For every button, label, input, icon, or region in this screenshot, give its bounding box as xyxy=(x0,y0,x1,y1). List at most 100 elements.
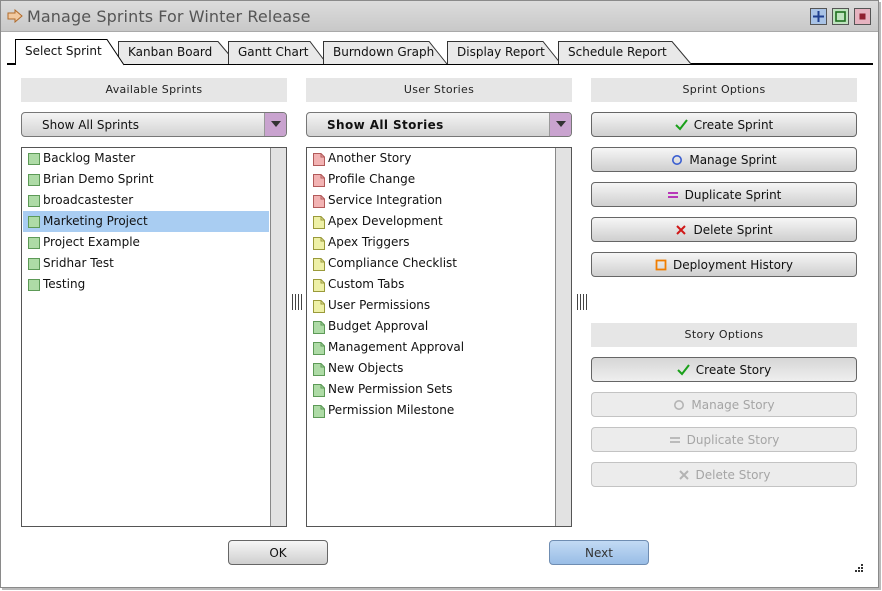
tab-display-report[interactable]: Display Report xyxy=(447,41,562,65)
sprint-icon xyxy=(28,153,40,165)
tab-label: Burndown Graph xyxy=(333,45,435,59)
list-item-label: New Objects xyxy=(328,361,404,375)
create-story-button[interactable]: Create Story xyxy=(591,357,857,382)
title-bar: Manage Sprints For Winter Release xyxy=(1,1,878,32)
stories-list[interactable]: Another Story Profile Change Service Integ… xyxy=(306,147,572,527)
back-arrow-icon[interactable] xyxy=(7,9,23,23)
button-label: Delete Sprint xyxy=(693,223,773,237)
story-green-icon xyxy=(313,363,325,376)
button-label: Create Story xyxy=(695,363,772,377)
story-yellow-icon xyxy=(313,300,325,313)
button-label: Deployment History xyxy=(673,258,793,272)
list-item[interactable]: Apex Development xyxy=(308,211,554,232)
list-item-label: Apex Development xyxy=(328,214,443,228)
delete-story-button[interactable]: Delete Story xyxy=(591,462,857,487)
manage-sprints-window: Manage Sprints For Winter Release Kanban… xyxy=(0,0,879,588)
list-item-label: broadcastester xyxy=(43,193,134,207)
sprint-options-header: Sprint Options xyxy=(591,78,857,102)
list-item[interactable]: Testing xyxy=(23,274,269,295)
list-item-label: Service Integration xyxy=(328,193,443,207)
list-item[interactable]: Sridhar Test xyxy=(23,253,269,274)
close-button[interactable] xyxy=(854,8,871,25)
manage-sprint-button[interactable]: Manage Sprint xyxy=(591,147,857,172)
story-filter-select[interactable]: Show All Stories xyxy=(306,112,572,137)
story-green-icon xyxy=(313,405,325,418)
x-icon xyxy=(678,470,689,480)
list-item[interactable]: Management Approval xyxy=(308,337,554,358)
list-item[interactable]: Permission Milestone xyxy=(308,400,554,421)
maximize-icon xyxy=(813,11,824,22)
button-label: Duplicate Sprint xyxy=(684,188,782,202)
story-filter-value: Show All Stories xyxy=(327,118,444,132)
equals-icon xyxy=(667,192,678,198)
list-item-label: Profile Change xyxy=(328,172,416,186)
next-button[interactable]: Next xyxy=(549,540,649,565)
tab-schedule-report[interactable]: Schedule Report xyxy=(558,41,692,65)
story-options-header: Story Options xyxy=(591,323,857,347)
list-item-selected[interactable]: Marketing Project xyxy=(23,211,269,232)
resize-grip-icon[interactable] xyxy=(854,563,864,573)
sprint-filter-value: Show All Sprints xyxy=(42,118,139,132)
tab-label: Display Report xyxy=(457,45,545,59)
sprints-scrollbar[interactable] xyxy=(270,148,286,526)
splitter-handle-right[interactable] xyxy=(576,294,588,310)
list-item-label: Marketing Project xyxy=(43,214,148,228)
circle-icon xyxy=(672,155,683,165)
list-item-label: New Permission Sets xyxy=(328,382,453,396)
list-item[interactable]: New Objects xyxy=(308,358,554,379)
list-item[interactable]: Brian Demo Sprint xyxy=(23,169,269,190)
list-item[interactable]: Profile Change xyxy=(308,169,554,190)
dropdown-arrow[interactable] xyxy=(549,113,571,136)
restore-icon xyxy=(835,11,846,22)
list-item[interactable]: Service Integration xyxy=(308,190,554,211)
list-item[interactable]: Another Story xyxy=(308,148,554,169)
restore-button[interactable] xyxy=(832,8,849,25)
create-sprint-button[interactable]: Create Sprint xyxy=(591,112,857,137)
deployment-history-button[interactable]: Deployment History xyxy=(591,252,857,277)
tab-strip: Kanban Board Gantt Chart Burndown Graph … xyxy=(1,33,878,66)
list-item[interactable]: Project Example xyxy=(23,232,269,253)
list-item[interactable]: New Permission Sets xyxy=(308,379,554,400)
dropdown-arrow[interactable] xyxy=(264,113,286,136)
sprint-icon xyxy=(28,216,40,228)
story-red-icon xyxy=(313,174,325,187)
sprint-icon xyxy=(28,258,40,270)
story-yellow-icon xyxy=(313,216,325,229)
equals-icon xyxy=(669,437,680,443)
list-item-label: Another Story xyxy=(328,151,412,165)
list-item[interactable]: Custom Tabs xyxy=(308,274,554,295)
list-item[interactable]: Apex Triggers xyxy=(308,232,554,253)
button-label: Manage Sprint xyxy=(689,153,777,167)
close-icon xyxy=(859,13,866,20)
manage-story-button[interactable]: Manage Story xyxy=(591,392,857,417)
x-icon xyxy=(676,225,687,235)
duplicate-sprint-button[interactable]: Duplicate Sprint xyxy=(591,182,857,207)
list-item[interactable]: User Permissions xyxy=(308,295,554,316)
story-red-icon xyxy=(313,153,325,166)
button-label: Create Sprint xyxy=(693,118,774,132)
delete-sprint-button[interactable]: Delete Sprint xyxy=(591,217,857,242)
list-item[interactable]: Compliance Checklist xyxy=(308,253,554,274)
sprints-list[interactable]: Backlog Master Brian Demo Sprint broadca… xyxy=(21,147,287,527)
square-icon xyxy=(655,259,667,271)
list-item-label: Custom Tabs xyxy=(328,277,405,291)
tab-select-sprint[interactable]: Select Sprint xyxy=(15,39,125,66)
list-item[interactable]: Backlog Master xyxy=(23,148,269,169)
tab-burndown-graph[interactable]: Burndown Graph xyxy=(323,41,448,65)
tab-kanban-board[interactable]: Kanban Board xyxy=(118,41,238,65)
list-item[interactable]: broadcastester xyxy=(23,190,269,211)
story-yellow-icon xyxy=(313,237,325,250)
user-stories-header: User Stories xyxy=(306,78,572,102)
list-item[interactable]: Budget Approval xyxy=(308,316,554,337)
tab-label: Select Sprint xyxy=(25,44,102,58)
duplicate-story-button[interactable]: Duplicate Story xyxy=(591,427,857,452)
ok-button[interactable]: OK xyxy=(228,540,328,565)
list-item-label: Management Approval xyxy=(328,340,465,354)
splitter-handle-left[interactable] xyxy=(291,294,303,310)
list-item-label: Permission Milestone xyxy=(328,403,455,417)
sprint-filter-select[interactable]: Show All Sprints xyxy=(21,112,287,137)
tab-gantt-chart[interactable]: Gantt Chart xyxy=(228,41,328,65)
stories-scrollbar[interactable] xyxy=(555,148,571,526)
list-item-label: Compliance Checklist xyxy=(328,256,457,270)
maximize-button[interactable] xyxy=(810,8,827,25)
